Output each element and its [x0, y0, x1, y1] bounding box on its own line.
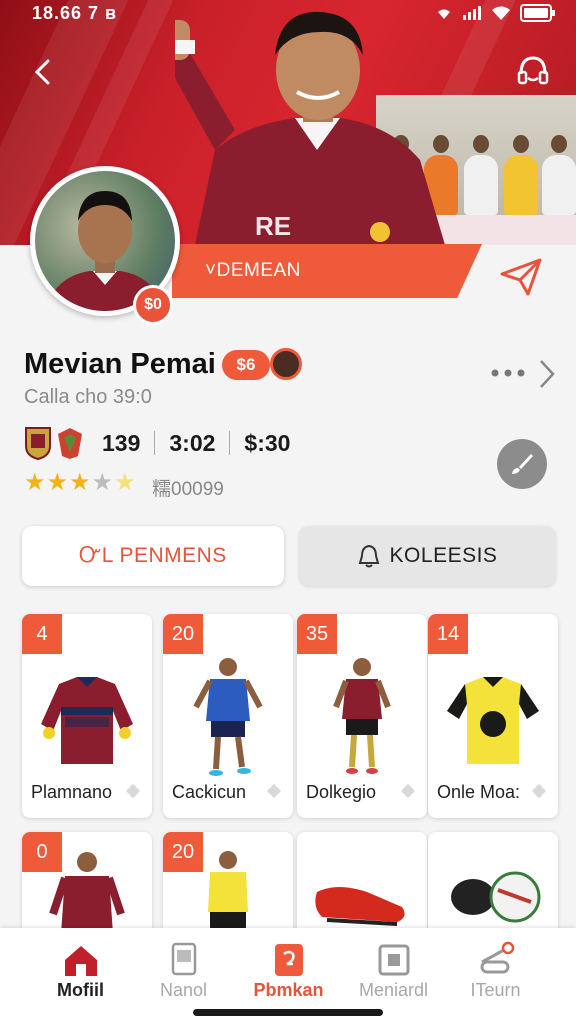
nav-label: Pbmkan: [253, 980, 324, 1000]
wifi-icon: [492, 6, 510, 20]
battery-icon: [520, 4, 555, 22]
collection-card[interactable]: 35 Dolkegio: [297, 614, 427, 818]
mini-avatar[interactable]: [270, 348, 302, 380]
tab-label: ᏅL PENMENS: [79, 544, 227, 567]
jersey-icon: [447, 677, 539, 764]
nav-label: Nanol: [159, 980, 208, 1000]
player-name: Mevian Pemai: [24, 348, 216, 380]
nav-label: Meniardl: [358, 980, 429, 1000]
card-number: 0: [22, 832, 62, 872]
card-number: 14: [428, 614, 468, 654]
wifi-icon: [438, 9, 450, 19]
card-number: 20: [163, 832, 203, 872]
star-icon: ★: [46, 469, 69, 496]
card-label: Onle Moa:: [437, 782, 521, 802]
card-number: 20: [163, 614, 203, 654]
star-icon: ★: [91, 469, 114, 496]
stat-value: $:30: [244, 429, 291, 456]
card-number: 4: [22, 614, 62, 654]
device-icon: [171, 942, 197, 976]
home-indicator: [193, 1009, 383, 1016]
stat-value: 3:02: [169, 429, 216, 456]
brush-icon: [512, 454, 533, 474]
card-label: Cackicun: [172, 782, 247, 802]
signal-icon: [463, 6, 481, 20]
diamond-icon: [125, 783, 141, 799]
tab-koleesis[interactable]: KOLEESIS: [299, 526, 556, 586]
player-subtitle: Calla cho 39:0: [24, 386, 152, 408]
diamond-icon: [531, 783, 547, 799]
club-crest-icon: [25, 427, 51, 460]
star-icon: ★: [114, 469, 136, 496]
profile-icon: [480, 941, 515, 974]
boot-icon: [315, 887, 405, 926]
diamond-icon: [266, 783, 282, 799]
star-icon: ★: [69, 469, 91, 496]
tab-label: KOLEESIS: [389, 544, 498, 567]
player-photo: RE: [175, 11, 445, 245]
team-strip-label: ˅DEMEAN: [205, 260, 301, 281]
card-label: Dolkegio: [306, 782, 377, 802]
name-badge: $6: [222, 350, 270, 380]
bell-icon: [358, 544, 379, 568]
tab-penmens[interactable]: ᏅL PENMENS: [22, 526, 284, 586]
rating-text: 糯00099: [152, 479, 224, 500]
home-icon: [65, 946, 97, 976]
edit-button[interactable]: [497, 439, 547, 489]
rating-stars: ★ ★ ★ ★ ★: [24, 471, 136, 495]
nav-label: ITeurn: [470, 980, 521, 1000]
nav-item-iteurn[interactable]: ITeurn: [438, 928, 553, 1024]
status-time: 18.66 7 ʙ: [32, 3, 118, 23]
collection-card[interactable]: 20 Cackicun: [163, 614, 293, 818]
club-crest-icon: [58, 428, 82, 459]
nav-item-mofiil[interactable]: Mofiil: [23, 928, 138, 1024]
collection-card[interactable]: 0: [22, 832, 152, 942]
store-icon: [378, 944, 410, 976]
headset-icon[interactable]: [516, 54, 550, 88]
chevron-right-icon[interactable]: [538, 358, 556, 390]
stats-row: 139 3:02 $:30: [24, 425, 304, 461]
collection-icon: [275, 944, 303, 976]
card-number: 35: [297, 614, 337, 654]
collection-card[interactable]: 20: [163, 832, 293, 942]
player-icon: [193, 658, 263, 776]
avatar-badge: $0: [133, 285, 173, 325]
card-label: Plamnano: [31, 782, 113, 802]
nav-label: Mofiil: [57, 980, 104, 1000]
collection-card[interactable]: [428, 832, 558, 942]
svg-text:RE: RE: [255, 211, 291, 241]
jersey-icon: [41, 677, 133, 764]
stat-value: 139: [102, 429, 141, 456]
collection-card[interactable]: 4 Plamnano: [22, 614, 152, 818]
player-icon: [333, 658, 391, 774]
collection-card[interactable]: 14 Onle Moa:: [428, 614, 558, 818]
more-icon[interactable]: [490, 366, 526, 380]
star-icon: ★: [24, 469, 46, 496]
send-icon[interactable]: [500, 258, 542, 296]
back-icon[interactable]: [30, 58, 58, 86]
status-icons: [434, 4, 556, 22]
collection-card[interactable]: [297, 832, 427, 942]
status-bar: 18.66 7 ʙ: [0, 0, 576, 30]
ball-icon: [451, 871, 541, 923]
diamond-icon: [400, 783, 416, 799]
